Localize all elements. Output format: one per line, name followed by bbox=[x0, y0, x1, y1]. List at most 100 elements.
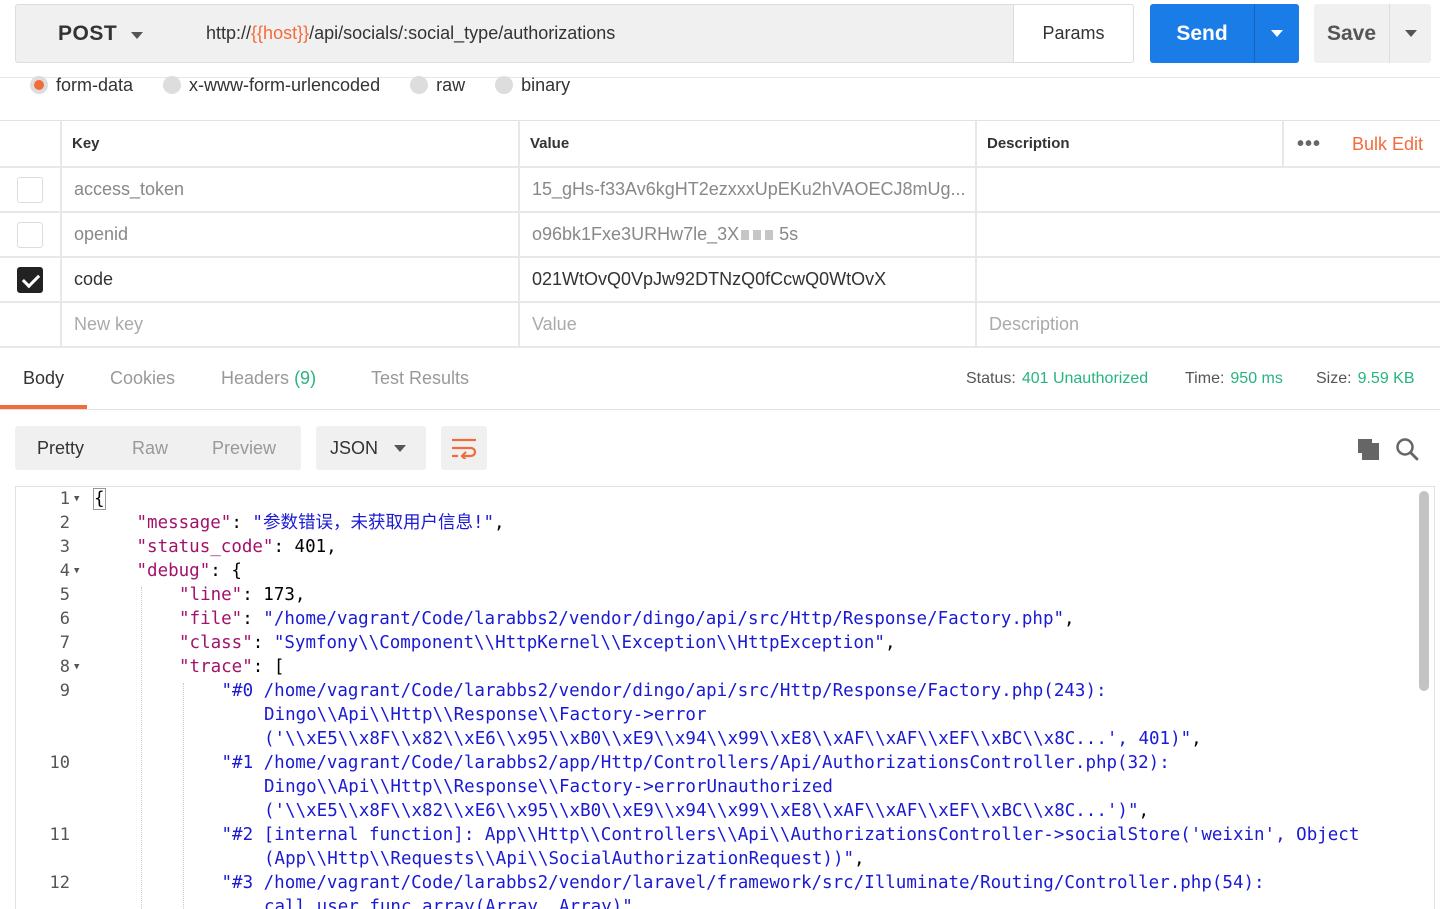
search-icon[interactable] bbox=[1395, 437, 1419, 461]
response-tabs: Body Cookies Headers (9) Test Results St… bbox=[0, 350, 1440, 410]
line-number: 2 bbox=[59, 513, 70, 533]
chevron-down-icon bbox=[394, 445, 406, 452]
radio-button[interactable] bbox=[495, 76, 514, 94]
row-value[interactable]: o96bk1Fxe3URHw7le_3X 5s bbox=[520, 213, 977, 256]
line-number: 7 bbox=[59, 633, 70, 653]
chevron-down-icon bbox=[1271, 30, 1283, 37]
body-type-urlencoded[interactable]: x-www-form-urlencoded bbox=[163, 75, 380, 96]
code-line: 3 "status_code": 401, bbox=[16, 535, 1416, 559]
code-line: Dingo\\Api\\Http\\Response\\Factory->err… bbox=[16, 703, 1416, 727]
radio-button[interactable] bbox=[30, 76, 48, 94]
code-line: 10 "#1 /home/vagrant/Code/larabbs2/app/Ht… bbox=[16, 751, 1416, 775]
send-button[interactable]: Send bbox=[1150, 4, 1254, 63]
code-line: 9 "#0 /home/vagrant/Code/larabbs2/vendor/… bbox=[16, 679, 1416, 703]
code-text: "class": "Symfony\\Component\\HttpKernel… bbox=[179, 633, 896, 653]
params-button[interactable]: Params bbox=[1013, 4, 1134, 63]
editor-scrollbar[interactable] bbox=[1419, 491, 1429, 691]
row-checkbox[interactable] bbox=[17, 266, 43, 293]
url-variable: {{host}} bbox=[251, 23, 310, 43]
code-text: "file": "/home/vagrant/Code/larabbs2/ven… bbox=[179, 609, 1075, 629]
time-label: Time: bbox=[1185, 370, 1225, 387]
row-value-tail: 5s bbox=[779, 224, 799, 244]
body-type-form-data[interactable]: form-data bbox=[30, 75, 133, 96]
wrap-lines-button[interactable] bbox=[441, 426, 487, 470]
url-input[interactable]: http://{{host}}/api/socials/:social_type… bbox=[189, 4, 1014, 63]
response-body-editor[interactable]: 1 ▼{2 "message": "参数错误，未获取用户信息!", 3 "status_… bbox=[15, 486, 1435, 909]
line-number: 9 bbox=[59, 681, 70, 701]
code-line: 12 "#3 /home/vagrant/Code/larabbs2/vendor… bbox=[16, 871, 1416, 895]
code-text: "#0 /home/vagrant/Code/larabbs2/vendor/d… bbox=[221, 681, 1107, 701]
tab-body[interactable]: Body bbox=[23, 368, 64, 389]
code-text: "trace": [ bbox=[179, 657, 285, 677]
line-number: 12 bbox=[49, 873, 70, 893]
line-number: 4 bbox=[59, 561, 70, 581]
body-type-label: raw bbox=[436, 74, 466, 95]
row-check-cell bbox=[0, 213, 62, 256]
table-row: code 021WtOvQ0VpJw92DTNzQ0fCcwQ0WtOvX bbox=[0, 258, 1440, 303]
save-button[interactable]: Save bbox=[1314, 4, 1389, 63]
save-options-button[interactable] bbox=[1389, 4, 1431, 63]
view-pretty[interactable]: Pretty bbox=[37, 426, 84, 470]
method-select[interactable]: POST bbox=[15, 4, 190, 63]
response-time: Time: 950 ms bbox=[1185, 370, 1283, 388]
code-text: ('\\xE5\\x8F\\x82\\xE6\\x95\\xB0\\xE9\\x… bbox=[264, 801, 1150, 821]
code-text: ('\\xE5\\x8F\\x82\\xE6\\x95\\xB0\\xE9\\x… bbox=[264, 729, 1202, 749]
fold-toggle-icon[interactable]: ▼ bbox=[74, 655, 79, 679]
indent-guide bbox=[141, 587, 142, 909]
line-number: 10 bbox=[49, 753, 70, 773]
header-value: Value bbox=[520, 121, 977, 166]
row-description[interactable] bbox=[977, 258, 1440, 301]
radio-button[interactable] bbox=[410, 76, 429, 94]
time-value: 950 ms bbox=[1230, 370, 1283, 387]
tab-test-results[interactable]: Test Results bbox=[371, 368, 469, 389]
table-row: access_token 15_gHs-f33Av6kgHT2ezxxxUpEK… bbox=[0, 168, 1440, 213]
code-line: (App\\Http\\Requests\\Api\\SocialAuthori… bbox=[16, 847, 1416, 871]
body-type-radios: form-data x-www-form-urlencoded raw bina… bbox=[30, 73, 600, 97]
code-line: 7 "class": "Symfony\\Component\\HttpKerne… bbox=[16, 631, 1416, 655]
send-options-button[interactable] bbox=[1254, 4, 1299, 63]
fold-toggle-icon[interactable]: ▼ bbox=[74, 487, 79, 511]
row-value[interactable]: 021WtOvQ0VpJw92DTNzQ0fCcwQ0WtOvX bbox=[520, 258, 977, 301]
row-value-text: o96bk1Fxe3URHw7le_3X bbox=[532, 224, 740, 244]
row-key[interactable]: access_token bbox=[62, 168, 520, 211]
copy-icon[interactable] bbox=[1356, 437, 1380, 461]
view-raw[interactable]: Raw bbox=[132, 426, 168, 470]
new-description-input[interactable]: Description bbox=[977, 303, 1440, 346]
tab-headers[interactable]: Headers (9) bbox=[221, 368, 316, 389]
body-type-binary[interactable]: binary bbox=[495, 75, 570, 96]
new-key-input[interactable]: New key bbox=[62, 303, 520, 346]
code-text: Dingo\\Api\\Http\\Response\\Factory->err… bbox=[264, 777, 833, 797]
line-number: 6 bbox=[59, 609, 70, 629]
code-text: { bbox=[93, 488, 106, 510]
tab-cookies[interactable]: Cookies bbox=[110, 368, 175, 389]
body-type-label: form-data bbox=[56, 74, 134, 95]
body-type-raw[interactable]: raw bbox=[410, 75, 465, 96]
row-value[interactable]: 15_gHs-f33Av6kgHT2ezxxxUpEKu2hVAOECJ8mUg… bbox=[520, 168, 977, 211]
row-checkbox[interactable] bbox=[17, 176, 43, 203]
response-status: Status: 401 Unauthorized bbox=[966, 370, 1148, 388]
status-label: Status: bbox=[966, 370, 1016, 387]
headers-count-badge: (9) bbox=[294, 368, 317, 388]
code-line: 8 ▼ "trace": [ bbox=[16, 655, 1416, 679]
url-path: /api/socials/:social_type/authorizations bbox=[309, 23, 616, 43]
bulk-edit-link[interactable]: Bulk Edit bbox=[1352, 121, 1423, 168]
radio-button[interactable] bbox=[163, 76, 182, 94]
new-value-input[interactable]: Value bbox=[520, 303, 977, 346]
row-description[interactable] bbox=[977, 168, 1440, 211]
format-select[interactable]: JSON bbox=[316, 426, 426, 470]
line-number: 5 bbox=[59, 585, 70, 605]
wrap-lines-icon bbox=[452, 438, 477, 459]
code-text: "debug": { bbox=[136, 561, 242, 581]
code-line: 1 ▼ { bbox=[16, 487, 1416, 511]
code-line: ('\\xE5\\x8F\\x82\\xE6\\x95\\xB0\\xE9\\x… bbox=[16, 799, 1416, 823]
more-options-icon[interactable]: ••• bbox=[1282, 121, 1334, 168]
row-checkbox[interactable] bbox=[17, 221, 43, 248]
line-number: 11 bbox=[49, 825, 70, 845]
view-preview[interactable]: Preview bbox=[212, 426, 276, 470]
row-description[interactable] bbox=[977, 213, 1440, 256]
format-label: JSON bbox=[330, 437, 379, 458]
row-key[interactable]: code bbox=[62, 258, 520, 301]
line-number: 8 bbox=[59, 657, 70, 677]
row-key[interactable]: openid bbox=[62, 213, 520, 256]
fold-toggle-icon[interactable]: ▼ bbox=[74, 559, 79, 583]
